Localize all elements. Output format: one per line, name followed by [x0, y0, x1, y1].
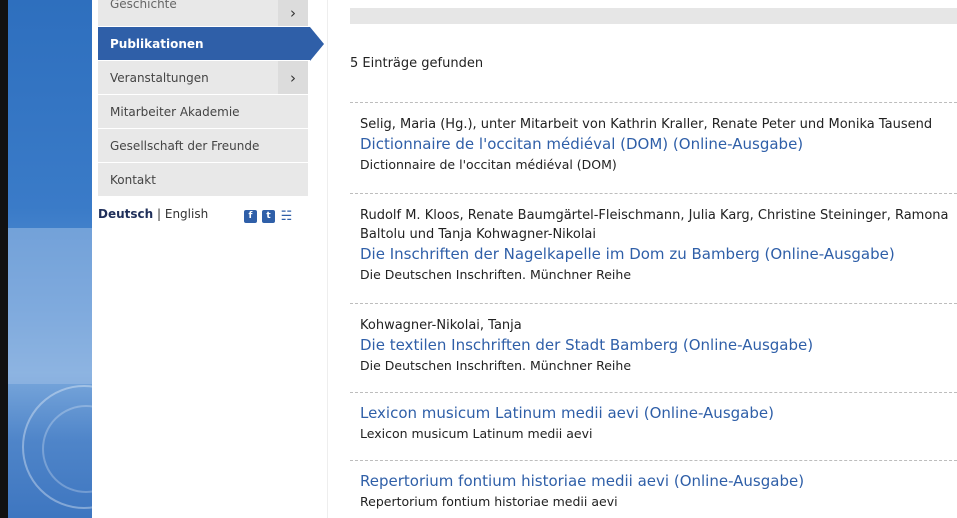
list-item: Kohwagner-Nikolai, Tanja Die textilen In…	[350, 303, 957, 375]
chevron-right-icon[interactable]: ›	[278, 0, 308, 26]
list-item: Lexicon musicum Latinum medii aevi (Onli…	[350, 392, 957, 443]
search-bar-strip	[350, 8, 957, 24]
facebook-icon[interactable]: f	[244, 210, 257, 223]
sidebar-item-label: Kontakt	[110, 172, 156, 187]
window-frame-left	[0, 0, 8, 518]
chevron-right-icon[interactable]: ›	[278, 61, 308, 94]
language-link-deutsch[interactable]: Deutsch	[98, 207, 153, 221]
entry-series: Die Deutschen Inschriften. Münchner Reih…	[360, 358, 632, 373]
sidebar-item-label: Publikationen	[110, 36, 204, 51]
entry-title-link[interactable]: Dictionnaire de l'occitan médiéval (DOM)…	[350, 134, 957, 155]
social-links: f t ☵	[244, 210, 293, 223]
list-item: Rudolf M. Kloos, Renate Baumgärtel-Fleis…	[350, 193, 957, 284]
sidebar-item-label: Gesellschaft der Freunde	[110, 138, 260, 153]
sidebar: Geschichte › Publikationen Veranstaltung…	[92, 0, 327, 518]
twitter-icon[interactable]: t	[262, 210, 275, 223]
result-count: 5 Einträge gefunden	[350, 56, 484, 71]
entry-title-link[interactable]: Repertorium fontium historiae medii aevi…	[350, 471, 957, 492]
main-content: 5 Einträge gefunden Selig, Maria (Hg.), …	[328, 0, 957, 518]
entry-authors: Kohwagner-Nikolai, Tanja	[360, 318, 522, 333]
entry-series: Die Deutschen Inschriften. Münchner Reih…	[360, 267, 632, 282]
entry-series: Lexicon musicum Latinum medii aevi	[360, 426, 593, 441]
entry-series: Dictionnaire de l'occitan médiéval (DOM)	[360, 157, 617, 172]
entry-title-link[interactable]: Die textilen Inschriften der Stadt Bambe…	[350, 335, 957, 356]
sidebar-item-veranstaltungen[interactable]: Veranstaltungen ›	[98, 61, 308, 95]
entry-title-link[interactable]: Die Inschriften der Nagelkapelle im Dom …	[350, 244, 957, 265]
sidebar-item-publikationen[interactable]: Publikationen	[98, 27, 324, 61]
sidebar-item-gesellschaft[interactable]: Gesellschaft der Freunde	[98, 129, 308, 163]
language-switcher: Deutsch | English	[98, 207, 208, 221]
rss-icon[interactable]: ☵	[280, 210, 293, 223]
list-item: Repertorium fontium historiae medii aevi…	[350, 460, 957, 511]
entry-series: Repertorium fontium historiae medii aevi	[360, 494, 618, 509]
list-item: Selig, Maria (Hg.), unter Mitarbeit von …	[350, 102, 957, 174]
sidebar-item-kontakt[interactable]: Kontakt	[98, 163, 308, 197]
entry-title-link[interactable]: Lexicon musicum Latinum medii aevi (Onli…	[350, 403, 957, 424]
band-highlight	[8, 228, 92, 384]
entry-authors: Selig, Maria (Hg.), unter Mitarbeit von …	[360, 117, 933, 132]
sidebar-item-label: Veranstaltungen	[110, 70, 209, 85]
sidebar-item-label: Mitarbeiter Akademie	[110, 104, 240, 119]
language-link-english[interactable]: English	[165, 207, 208, 221]
entry-authors: Rudolf M. Kloos, Renate Baumgärtel-Fleis…	[360, 208, 949, 242]
sidebar-item-label: Geschichte	[110, 0, 177, 11]
language-separator: |	[153, 207, 165, 221]
sidebar-item-mitarbeiter[interactable]: Mitarbeiter Akademie	[98, 95, 308, 129]
sidebar-item-geschichte[interactable]: Geschichte ›	[98, 0, 308, 27]
